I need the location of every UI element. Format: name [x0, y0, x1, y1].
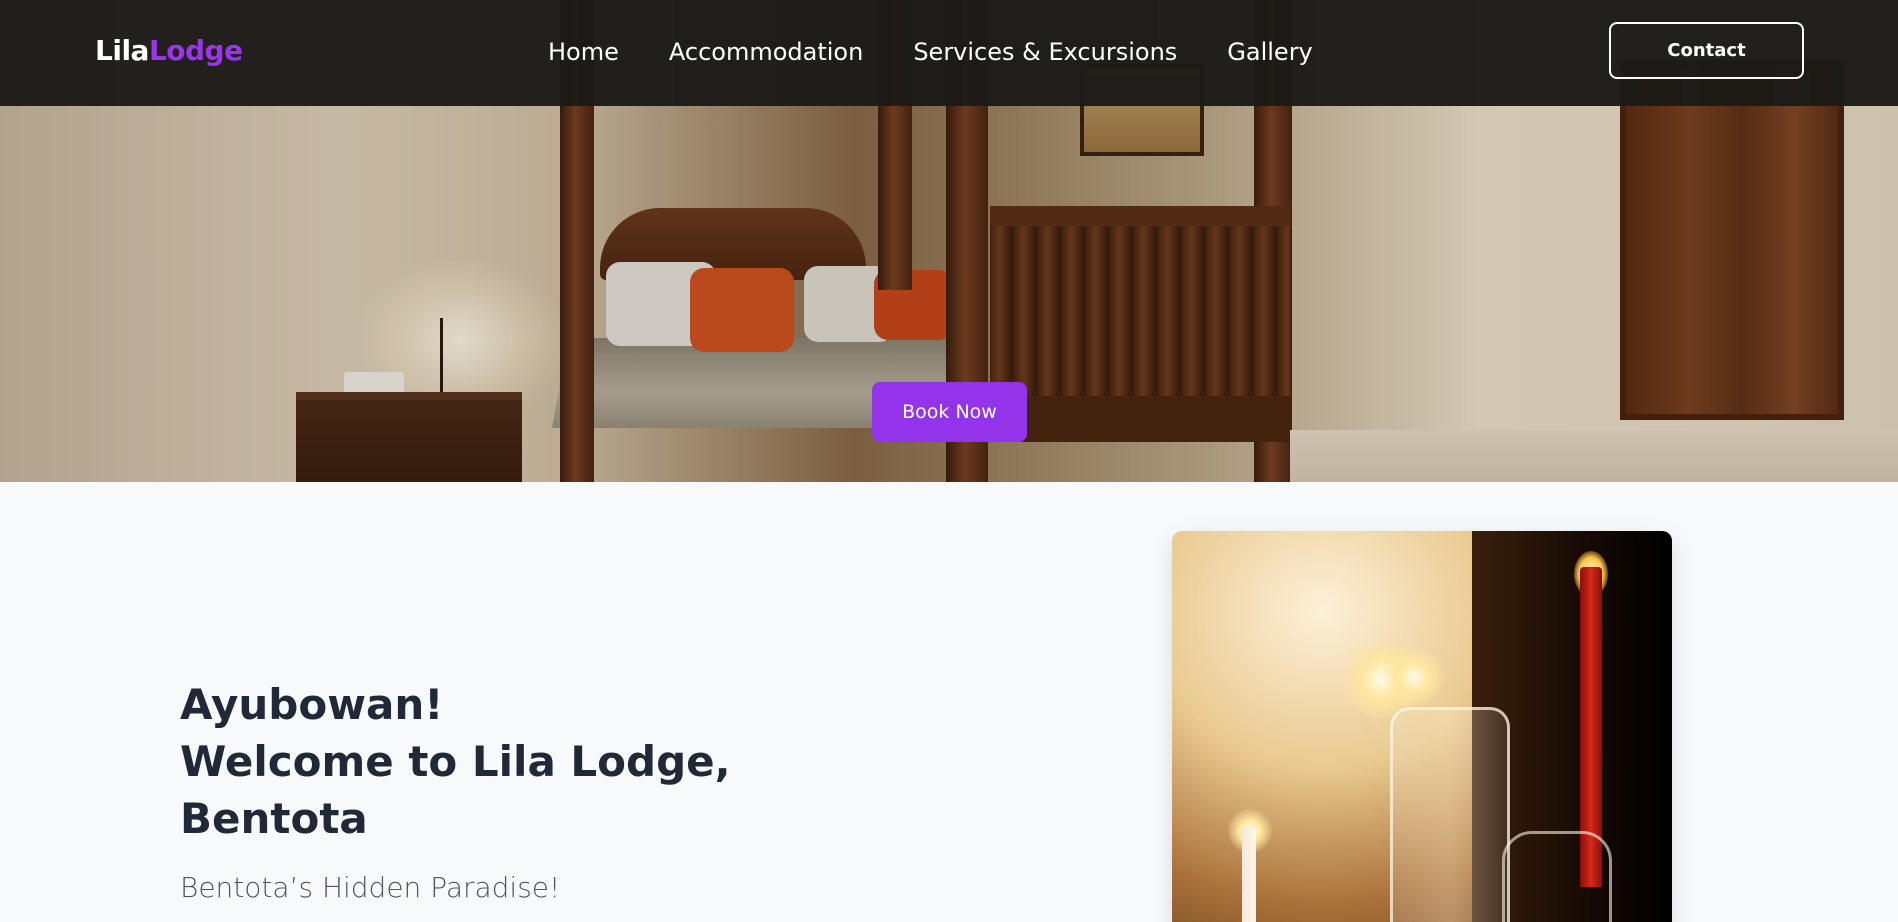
- nav-link-accommodation[interactable]: Accommodation: [669, 38, 863, 66]
- nav-link-home[interactable]: Home: [548, 38, 619, 66]
- welcome-title: Welcome to Lila Lodge,: [180, 737, 731, 786]
- welcome-section: Ayubowan! Welcome to Lila Lodge, Bentota…: [180, 676, 940, 904]
- book-now-button[interactable]: Book Now: [872, 382, 1027, 442]
- welcome-location: Bentota: [180, 794, 368, 843]
- white-candle: [1242, 827, 1256, 922]
- wine-glass: [1390, 707, 1510, 922]
- contact-button[interactable]: Contact: [1609, 22, 1804, 79]
- site-logo[interactable]: LilaLodge: [95, 34, 243, 67]
- main-nav: Home Accommodation Services & Excursions…: [548, 38, 1363, 66]
- navbar: LilaLodge Home Accommodation Services & …: [0, 0, 1898, 106]
- welcome-tagline: Bentota’s Hidden Paradise!: [180, 871, 561, 904]
- nav-link-gallery[interactable]: Gallery: [1227, 38, 1312, 66]
- glass: [1502, 831, 1612, 922]
- nav-link-services-excursions[interactable]: Services & Excursions: [913, 38, 1177, 66]
- candlelit-table-photo: [1172, 531, 1672, 922]
- welcome-greeting: Ayubowan!: [180, 680, 444, 729]
- logo-text-primary: Lila: [95, 34, 149, 67]
- logo-text-accent: Lodge: [148, 34, 243, 67]
- wall-light: [1384, 647, 1444, 707]
- welcome-heading: Ayubowan! Welcome to Lila Lodge, Bentota: [180, 676, 940, 847]
